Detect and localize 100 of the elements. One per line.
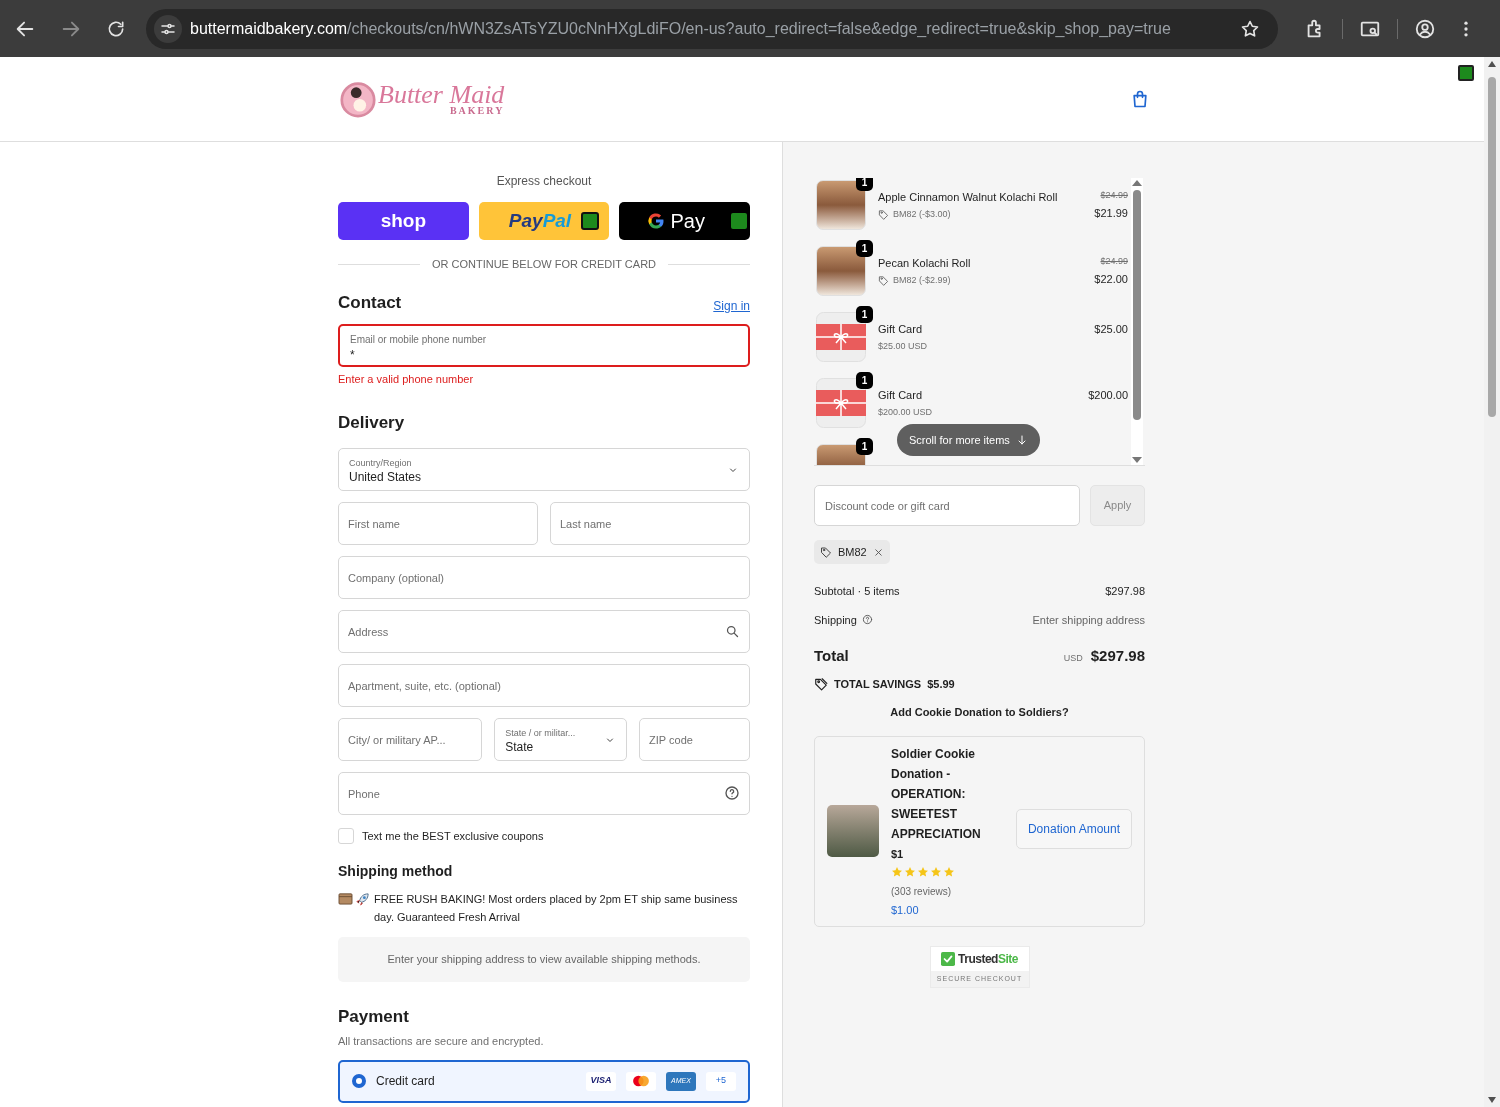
star-icon: [930, 865, 942, 878]
list-scrollbar[interactable]: [1131, 178, 1143, 465]
donation-amount: $1.00: [891, 902, 920, 918]
discount-code-field[interactable]: Discount code or gift card: [814, 485, 1080, 526]
photo-placeholder: [827, 805, 879, 857]
review-count: (303 reviews): [891, 884, 953, 899]
status-square: [581, 212, 600, 230]
quantity-badge: 1: [856, 372, 873, 389]
product-name: Gift Card: [878, 322, 923, 337]
logo-wordmark: Butter Maid: [378, 82, 505, 108]
input-field[interactable]: Apartment, suite, etc. (optional): [338, 664, 750, 707]
original-price: $24.99: [1100, 189, 1128, 202]
shipping-label: Shipping: [814, 612, 857, 628]
input-field[interactable]: City/ or military AP...: [338, 718, 483, 761]
url-text: buttermaidbakery.com/checkouts/cn/hWN3ZsATsYZU0cNnHXgLdiFO/en-us?auto_redirect=false&edge_redirect=true&skip_shop_pay=true: [190, 18, 1172, 39]
rocket-icon: [355, 891, 370, 907]
quantity-badge: 1: [856, 306, 873, 323]
subtotal-label: Subtotal · 5 items: [814, 584, 900, 599]
product-name: Soldier Cookie Donation - OPERATION: SWEETEST APPRECIATION: [891, 746, 982, 843]
price: $200.00: [1088, 388, 1128, 403]
product-name: Pecan Kolachi Roll: [878, 256, 972, 271]
quantity-badge: 1: [856, 178, 873, 191]
tags-icon: [814, 676, 828, 691]
bookmark-star-icon[interactable]: [1240, 18, 1260, 39]
subtotal-value: $297.98: [1105, 584, 1145, 599]
gift-card-drawing: [816, 312, 866, 362]
savings-value: $5.99: [927, 676, 955, 692]
savings-label: TOTAL SAVINGS: [834, 676, 922, 692]
search-icon: [725, 624, 740, 639]
error-message: Enter a valid phone number: [338, 372, 475, 387]
discount-label: BM82 (-$2.99): [893, 273, 951, 287]
help-icon: [724, 785, 740, 801]
price: $21.99: [1094, 205, 1128, 221]
product-variant: $200.00 USD: [878, 405, 934, 419]
star-icon: [917, 865, 929, 878]
input-field[interactable]: Company (optional): [338, 556, 750, 599]
section-heading: Payment: [338, 1005, 410, 1028]
star-icon: [943, 865, 955, 878]
checkbox[interactable]: [338, 828, 354, 845]
more-cards-badge: +5: [706, 1071, 736, 1091]
section-heading: Contact: [338, 291, 402, 314]
sign-in-link[interactable]: Sign in: [713, 297, 750, 315]
product-name: Gift Card: [878, 388, 923, 403]
reload-icon[interactable]: [106, 18, 126, 39]
radio-button[interactable]: [352, 1074, 366, 1088]
check-icon: [941, 951, 956, 966]
tag-icon: [878, 208, 889, 220]
product-photo: [816, 246, 866, 296]
option-label: Credit card: [376, 1073, 436, 1090]
checkbox-label: Text me the BEST exclusive coupons: [362, 829, 544, 844]
quantity-badge: 1: [856, 438, 873, 455]
price: $1: [891, 847, 905, 862]
status-square: [730, 213, 747, 229]
status-square: [1458, 65, 1474, 81]
info-message: Enter your shipping address to view available shipping methods.: [338, 936, 750, 982]
shipping-note: FREE RUSH BAKING! Most orders placed by 2pm ET ship same business day. Guaranteed Fresh Arrival: [374, 891, 739, 925]
scroll-more-button[interactable]: Scroll for more items: [897, 424, 1040, 456]
profile-icon[interactable]: [1414, 17, 1436, 40]
tag-icon: [820, 546, 832, 558]
close-icon[interactable]: [872, 546, 884, 558]
email-phone-field[interactable]: Email or mobile phone number *: [338, 324, 750, 367]
visa-card-badge: VISA: [586, 1071, 616, 1091]
section-heading: Shipping method: [338, 861, 454, 881]
trusted-site-logo: TrustedSite: [958, 950, 1018, 968]
paypal-button[interactable]: PayPal: [478, 202, 610, 240]
dropdown[interactable]: State / or militar... State: [494, 718, 628, 761]
product-variant: $25.00 USD: [878, 339, 929, 353]
page-scrollbar[interactable]: [1484, 57, 1500, 1107]
star-icon: [904, 865, 916, 878]
input-field[interactable]: First name: [338, 502, 538, 545]
original-price: $24.99: [1100, 255, 1128, 268]
input-field[interactable]: Address: [338, 610, 750, 653]
tag-icon: [878, 274, 889, 286]
package-icon: [338, 891, 353, 905]
quantity-badge: 1: [856, 240, 873, 257]
product-photo: [816, 180, 866, 230]
address-bar[interactable]: buttermaidbakery.com/checkouts/cn/hWN3ZsATsYZU0cNnHXgLdiFO/en-us?auto_redirect=false&edge_redirect=true&skip_shop_pay=true: [146, 8, 1278, 49]
dropdown[interactable]: Country/Region United States: [338, 448, 750, 491]
section-subtitle: All transactions are secure and encrypted.: [338, 1034, 545, 1049]
star-icon: [891, 865, 903, 878]
input-field[interactable]: ZIP code: [639, 718, 750, 761]
price: $25.00: [1094, 322, 1128, 337]
shop-pay-button[interactable]: shop: [338, 202, 469, 240]
google-pay-button[interactable]: Pay: [619, 202, 750, 240]
total-value: $297.98: [1090, 646, 1145, 666]
help-icon[interactable]: [861, 614, 873, 626]
logo-subtitle: BAKERY: [449, 106, 505, 116]
section-caption: Express checkout: [495, 173, 593, 190]
shopping-bag-icon[interactable]: [1130, 89, 1150, 109]
mastercard-badge: [626, 1071, 656, 1091]
shipping-value: Enter shipping address: [1032, 612, 1145, 628]
tag-label: BM82: [838, 544, 867, 560]
donation-amount-button[interactable]: Donation Amount: [1015, 809, 1132, 849]
product-name: Apple Cinnamon Walnut Kolachi Roll: [878, 190, 1059, 205]
upsell-heading: Add Cookie Donation to Soldiers?: [889, 705, 1070, 720]
divider-label: OR CONTINUE BELOW FOR CREDIT CARD: [431, 257, 657, 272]
site-settings-icon[interactable]: [154, 14, 182, 43]
input-field[interactable]: Last name: [550, 502, 750, 545]
section-heading: Delivery: [338, 411, 406, 434]
input-field[interactable]: Phone: [338, 772, 750, 815]
